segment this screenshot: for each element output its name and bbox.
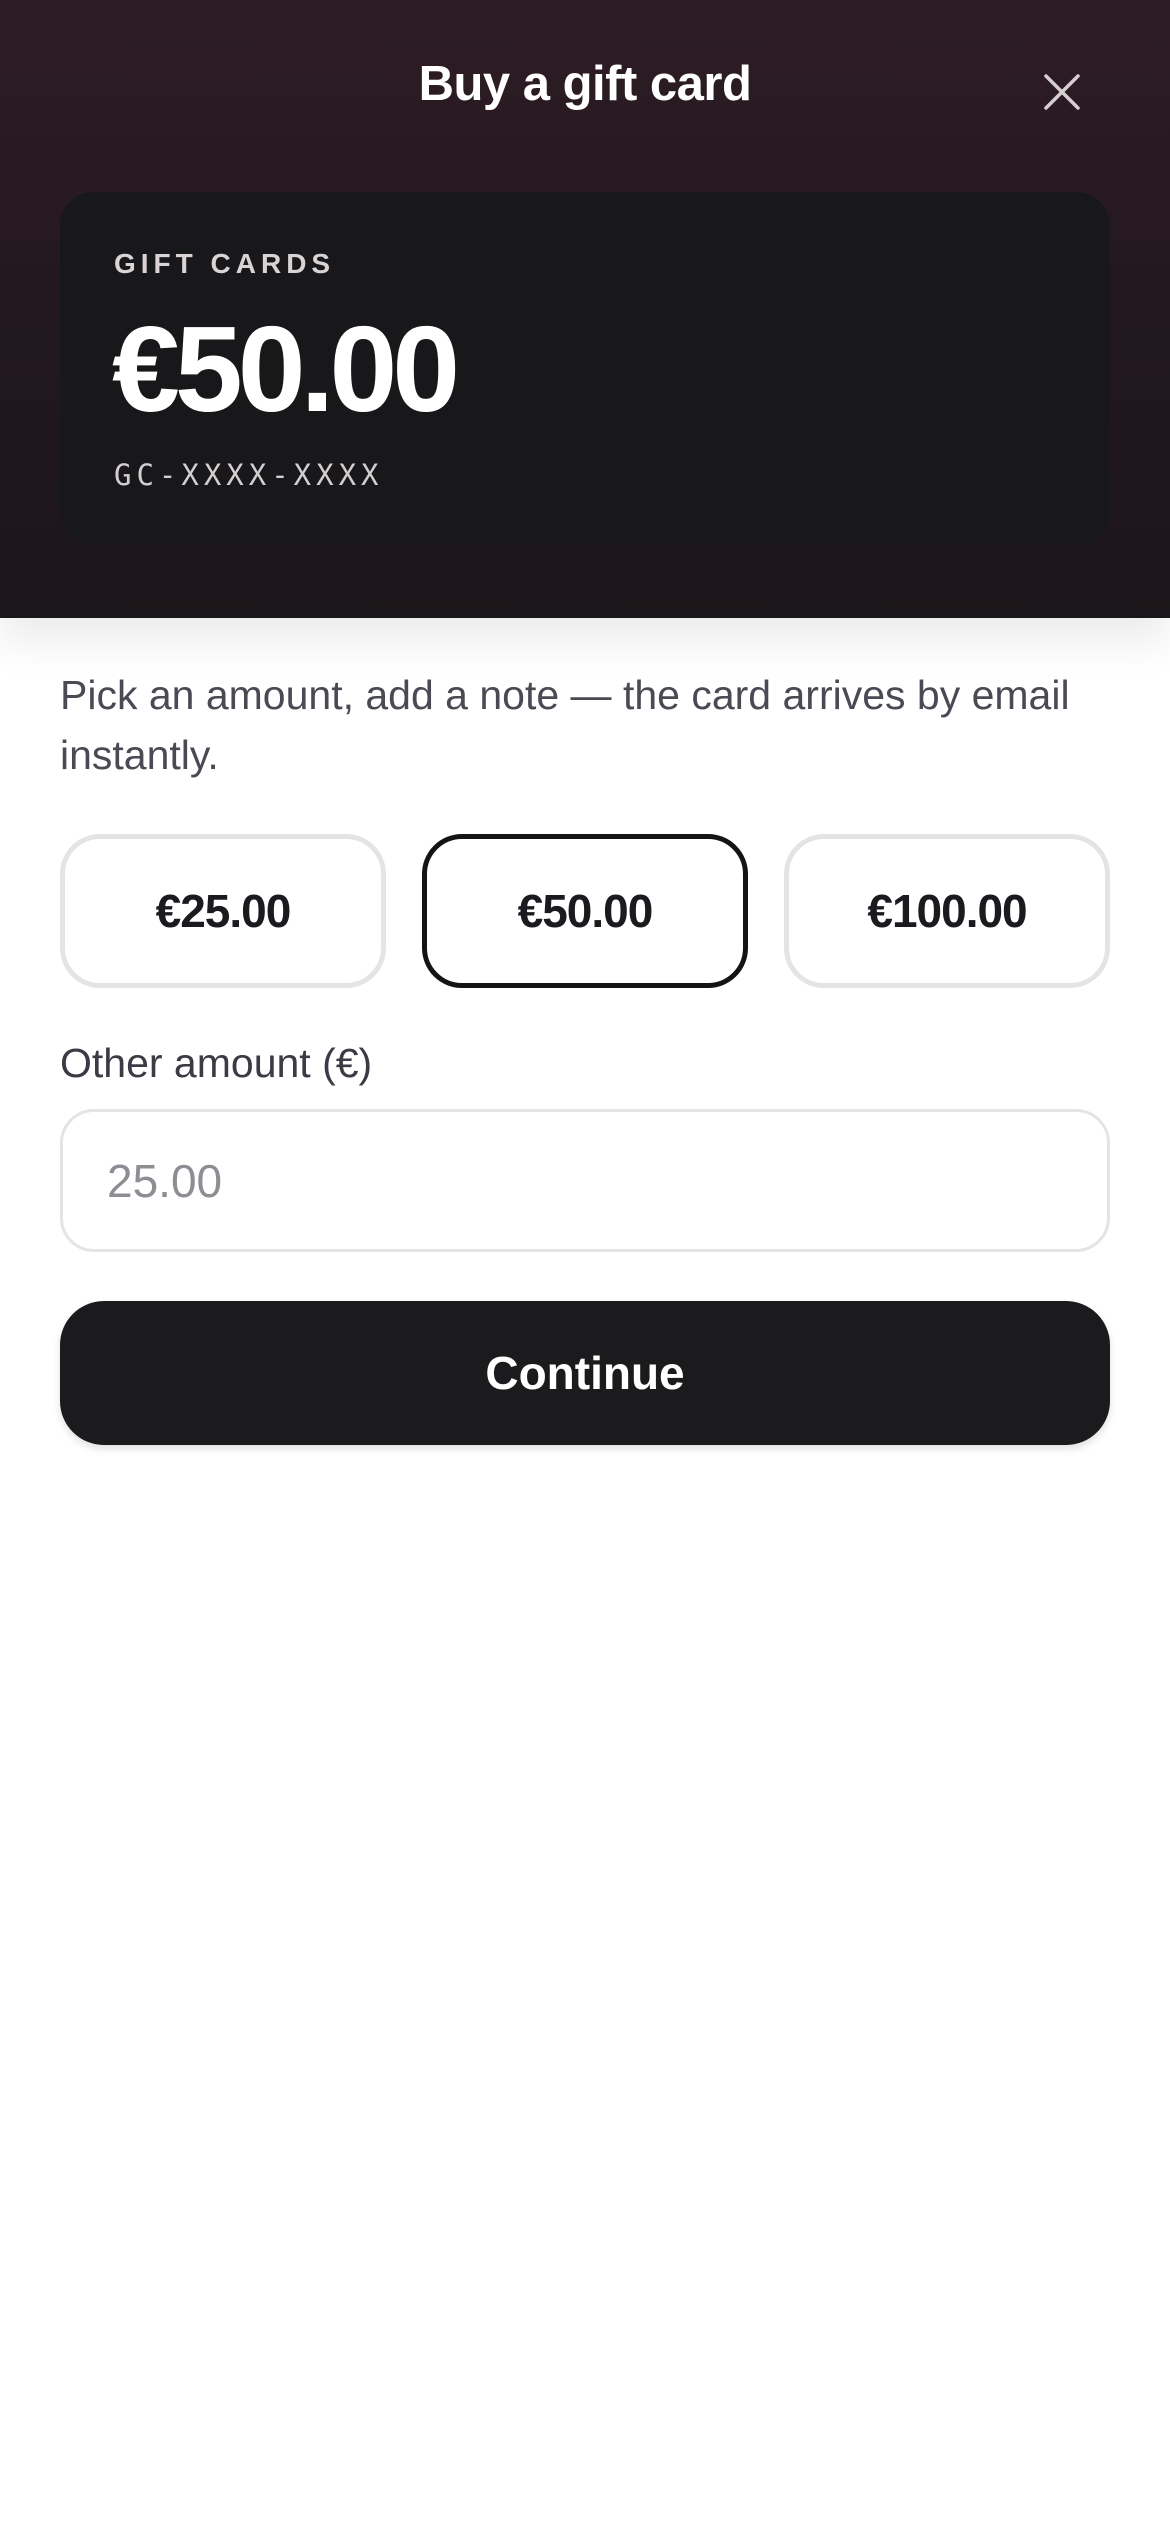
other-amount-input[interactable]	[60, 1109, 1110, 1252]
close-icon	[1044, 74, 1080, 110]
continue-button[interactable]: Continue	[60, 1301, 1110, 1445]
amount-option-50[interactable]: €50.00	[422, 834, 748, 988]
card-code: GC-XXXX-XXXX	[114, 458, 384, 492]
gift-card-preview: GIFT CARDS €50.00 GC-XXXX-XXXX	[60, 192, 1110, 545]
intro-text: Pick an amount, add a note — the card ar…	[60, 672, 1070, 778]
amount-options: €25.00 €50.00 €100.00	[60, 834, 1110, 988]
close-button[interactable]	[1030, 60, 1094, 124]
amount-option-100[interactable]: €100.00	[784, 834, 1110, 988]
gift-card-header: Buy a gift card GIFT CARDS €50.00 GC-XXX…	[0, 0, 1170, 618]
card-eyebrow: GIFT CARDS	[114, 248, 336, 279]
amount-option-25[interactable]: €25.00	[60, 834, 386, 988]
gift-card-sheet: Buy a gift card GIFT CARDS €50.00 GC-XXX…	[0, 0, 1170, 2532]
page-title: Buy a gift card	[418, 57, 752, 111]
card-amount: €50.00	[112, 301, 460, 437]
other-amount-label: Other amount (€)	[60, 1040, 373, 1086]
